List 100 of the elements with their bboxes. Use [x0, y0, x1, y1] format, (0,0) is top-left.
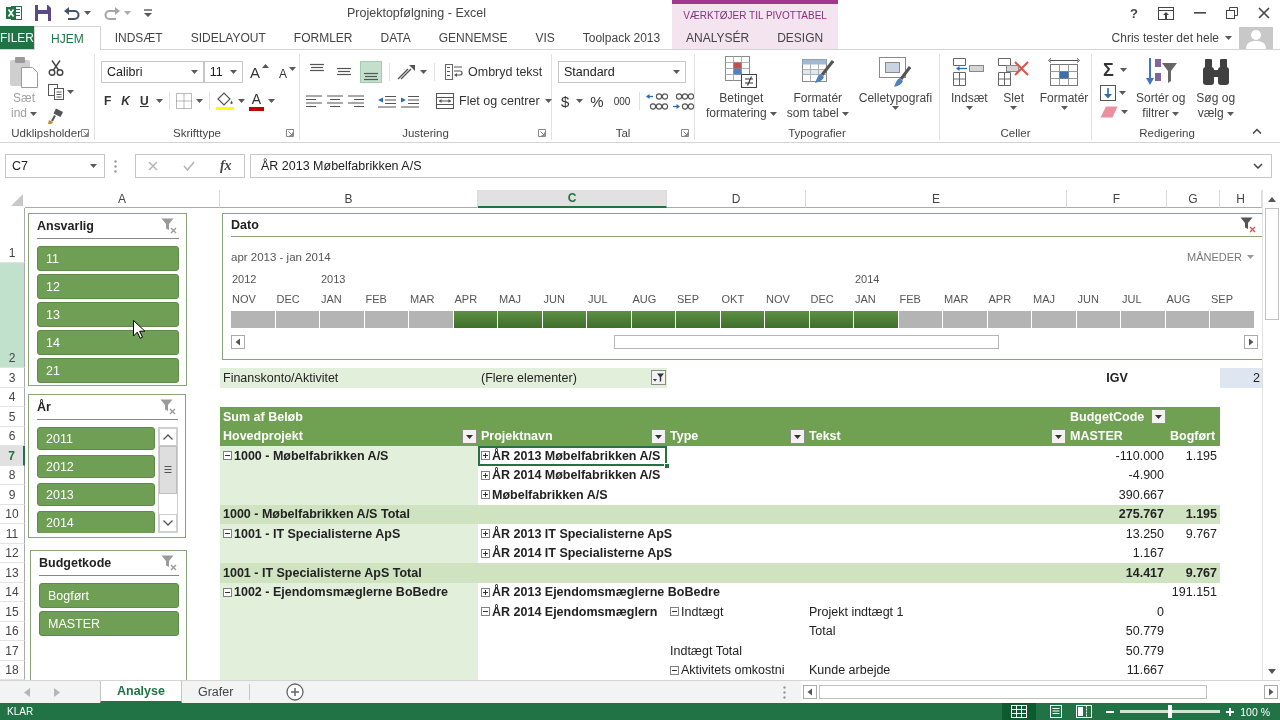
caret-icon[interactable]: [841, 111, 849, 116]
insert-cells-button[interactable]: Indsæt: [948, 56, 991, 125]
row-header[interactable]: 3: [0, 368, 25, 388]
align-right-icon[interactable]: [348, 95, 364, 107]
column-header[interactable]: E: [806, 190, 1067, 208]
plus-box-icon[interactable]: [481, 587, 490, 597]
scroll-thumb-icon[interactable]: [159, 446, 177, 494]
time-level-dropdown[interactable]: MÅNEDER: [1187, 251, 1254, 263]
row-header[interactable]: 14: [0, 582, 25, 602]
caret-icon[interactable]: [1121, 110, 1128, 114]
autosum-button[interactable]: Σ: [1100, 60, 1117, 80]
format-cells-button[interactable]: Formatér: [1036, 56, 1092, 125]
help-button[interactable]: ?: [1130, 5, 1138, 21]
column-header[interactable]: F: [1067, 190, 1167, 208]
grow-font-button[interactable]: A: [246, 61, 272, 83]
scroll-right-icon[interactable]: [1264, 685, 1278, 699]
row-header[interactable]: 7: [0, 446, 25, 466]
font-size-dropdown[interactable]: 11: [203, 61, 243, 83]
caret-icon[interactable]: [1060, 106, 1068, 110]
scrollbar-thumb[interactable]: [614, 335, 999, 349]
file-tab[interactable]: FILER: [0, 26, 34, 49]
row-header[interactable]: 9: [0, 485, 25, 505]
expand-chevron-icon[interactable]: [1253, 163, 1263, 169]
scrollbar-thumb[interactable]: [1264, 208, 1279, 320]
timeline-period-bar[interactable]: [720, 311, 765, 328]
timeline-period-bar[interactable]: [809, 311, 854, 328]
ribbon-tab[interactable]: DESIGN: [763, 26, 838, 49]
timeline-period-bar[interactable]: [542, 311, 587, 328]
dropdown-icon[interactable]: [790, 428, 805, 444]
conditional-formatting-button[interactable]: Betinget formatering: [703, 56, 780, 125]
caret-icon[interactable]: [1010, 106, 1018, 110]
row-header[interactable]: 12: [0, 543, 25, 563]
horizontal-scrollbar[interactable]: [801, 681, 1280, 703]
align-bottom-icon[interactable]: [360, 61, 382, 83]
font-name-dropdown[interactable]: Calibri: [101, 61, 204, 83]
grip-dots-icon[interactable]: [114, 160, 117, 173]
copy-icon[interactable]: [48, 84, 64, 100]
caret-icon[interactable]: [84, 11, 91, 15]
ribbon-tab[interactable]: FORMLER: [279, 26, 367, 49]
row-header[interactable]: 5: [0, 407, 25, 427]
caret-icon[interactable]: [1119, 91, 1126, 95]
column-header[interactable]: C: [478, 190, 667, 208]
row-header[interactable]: 8: [0, 465, 25, 485]
timeline-period-bar[interactable]: [676, 311, 721, 328]
sheet-tab[interactable]: Grafer: [181, 681, 250, 703]
undo-icon[interactable]: [64, 6, 80, 20]
caret-icon[interactable]: [965, 106, 973, 110]
ribbon-display-icon[interactable]: [1158, 6, 1174, 20]
thousands-separator-button[interactable]: 000: [610, 90, 634, 112]
row-header[interactable]: 17: [0, 641, 25, 661]
scroll-right-icon[interactable]: [1244, 335, 1258, 349]
caret-icon[interactable]: [576, 99, 584, 103]
wrap-text-button[interactable]: Ombryd tekst: [442, 61, 546, 83]
timeline-period-bar[interactable]: [765, 311, 810, 328]
account-button[interactable]: Chris tester det hele: [1111, 30, 1232, 45]
zoom-slider-thumb[interactable]: [1168, 705, 1173, 718]
increase-decimal-icon[interactable]: [646, 92, 668, 110]
caret-icon[interactable]: [1172, 111, 1179, 116]
paintbrush-icon[interactable]: [48, 108, 64, 124]
ribbon-tab[interactable]: Toolpack 2013: [568, 26, 675, 49]
fill-down-icon[interactable]: [1100, 85, 1116, 101]
dropdown-icon[interactable]: [651, 428, 666, 444]
scroll-down-icon[interactable]: [159, 514, 177, 532]
font-color-button[interactable]: A: [248, 91, 265, 111]
plus-box-icon[interactable]: [481, 529, 490, 539]
minus-box-icon[interactable]: [481, 607, 490, 617]
row-header[interactable]: 15: [0, 602, 25, 622]
fill-handle-icon[interactable]: [664, 462, 670, 469]
minus-box-icon[interactable]: [223, 587, 232, 597]
scroll-left-icon[interactable]: [231, 335, 245, 349]
caret-icon[interactable]: [67, 90, 74, 94]
increase-indent-icon[interactable]: [401, 94, 419, 108]
ribbon-tab[interactable]: GENNEMSE: [424, 26, 522, 49]
caret-icon[interactable]: [229, 70, 237, 74]
name-box[interactable]: C7: [5, 154, 105, 178]
row-header[interactable]: 10: [0, 504, 25, 524]
timeline-period-bar[interactable]: [587, 311, 632, 328]
dialog-launcher-icon[interactable]: [681, 128, 689, 137]
caret-icon[interactable]: [289, 67, 296, 71]
caret-icon[interactable]: [1225, 35, 1232, 40]
timeline-period-bar[interactable]: [453, 311, 498, 328]
caret-icon[interactable]: [891, 106, 899, 110]
currency-format-button[interactable]: $: [558, 90, 573, 112]
ribbon-tab[interactable]: DATA: [366, 26, 425, 49]
scroll-up-icon[interactable]: [159, 428, 177, 446]
fill-color-icon[interactable]: [215, 92, 234, 110]
dropdown-icon[interactable]: [1151, 409, 1166, 425]
row-header[interactable]: 11: [0, 524, 25, 544]
filter-dropdown-icon[interactable]: [651, 370, 666, 386]
row-header[interactable]: 4: [0, 387, 25, 407]
row-header[interactable]: 16: [0, 621, 25, 641]
timeline-period-bar[interactable]: [498, 311, 543, 328]
restore-icon[interactable]: [1226, 7, 1238, 19]
format-as-table-button[interactable]: Formatér som tabel: [783, 56, 852, 125]
formula-field[interactable]: ÅR 2013 Møbelfabrikken A/S: [250, 154, 1272, 178]
add-sheet-icon[interactable]: [286, 683, 305, 701]
align-left-icon[interactable]: [306, 95, 322, 107]
underline-button[interactable]: U: [137, 90, 152, 112]
caret-icon[interactable]: [90, 164, 97, 168]
dropdown-icon[interactable]: [1051, 428, 1066, 444]
